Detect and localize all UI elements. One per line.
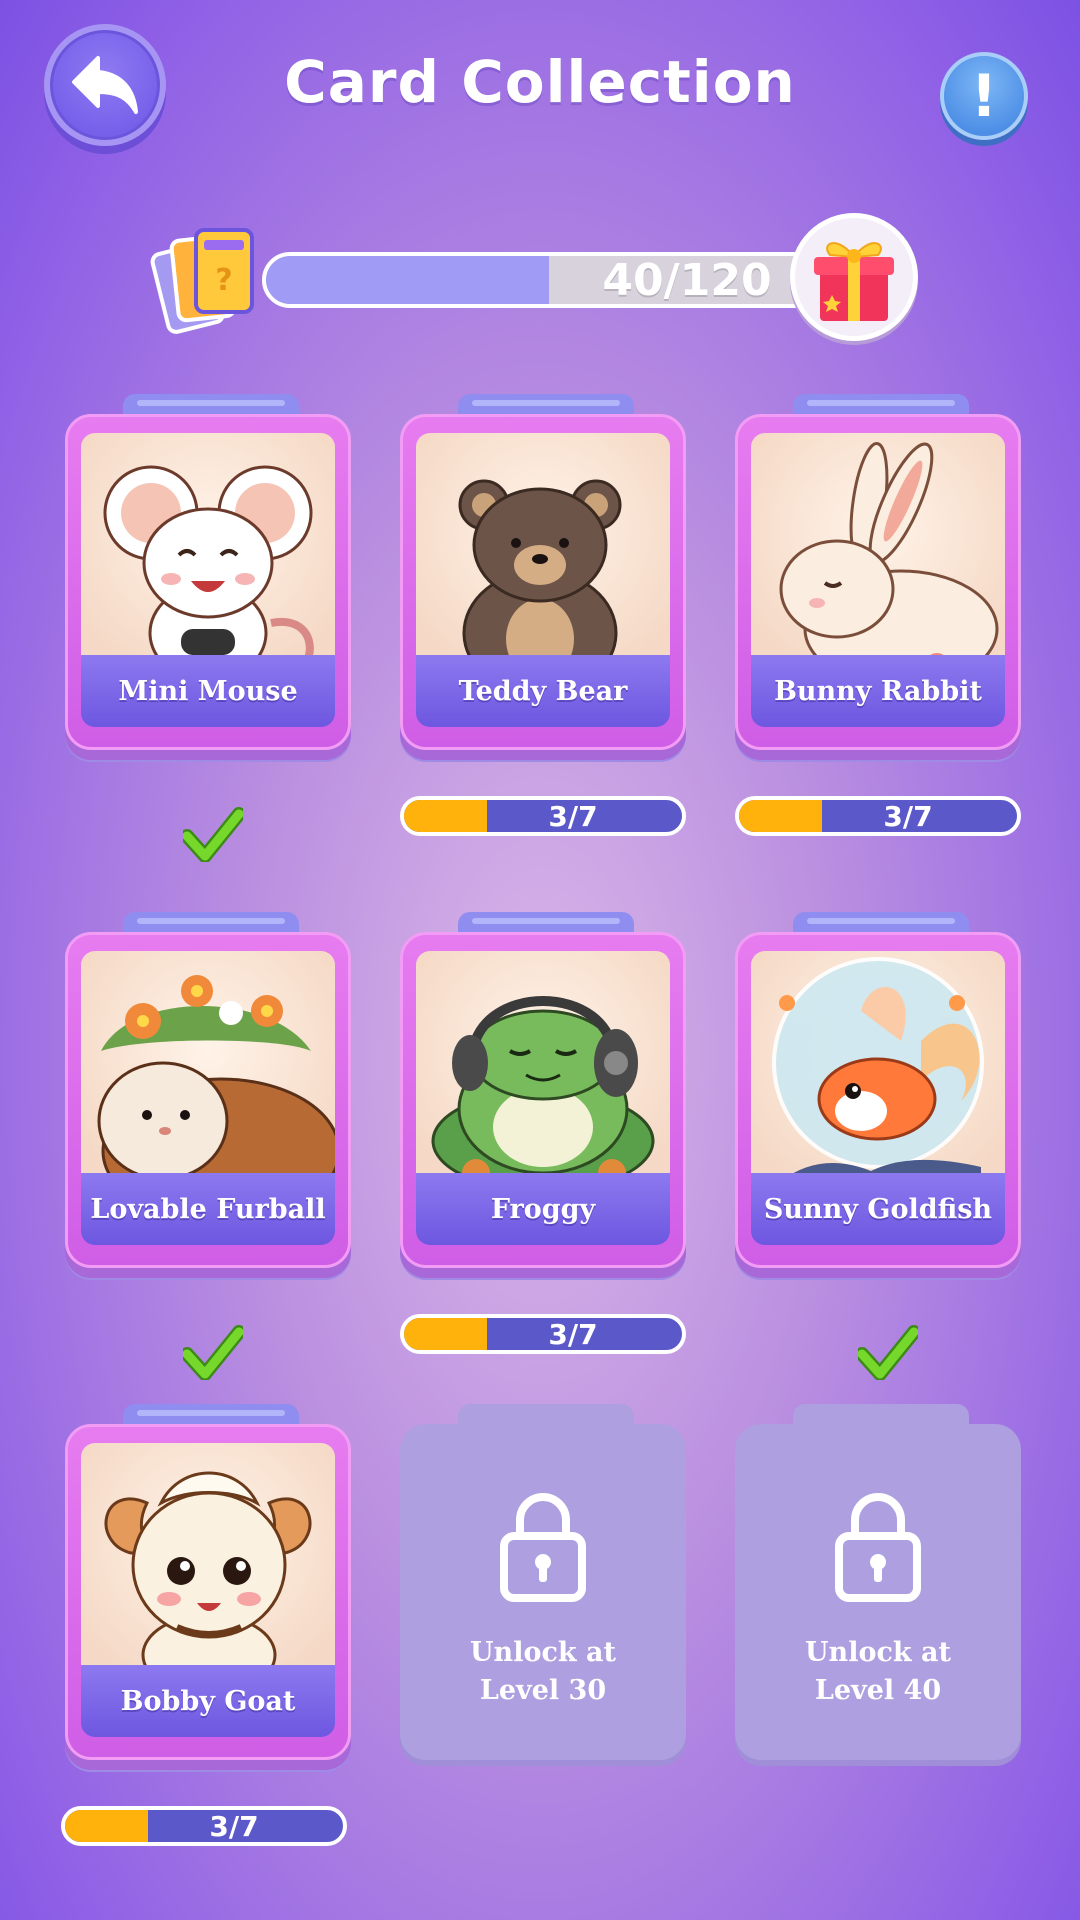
card-art-mouse bbox=[81, 433, 335, 677]
card-teddy-bear[interactable]: Teddy Bear bbox=[400, 394, 686, 750]
unlock-line-2: Level 40 bbox=[814, 1675, 942, 1706]
card-frame: Sunny Goldfish bbox=[735, 932, 1021, 1268]
card-frame: Lovable Furball bbox=[65, 932, 351, 1268]
card-progress-label: 3/7 bbox=[883, 799, 933, 833]
card-frame: Teddy Bear bbox=[400, 414, 686, 750]
card-name: Lovable Furball bbox=[81, 1173, 335, 1245]
card-frame: Unlock at Level 30 bbox=[400, 1424, 686, 1760]
reward-gift-button[interactable] bbox=[790, 213, 918, 341]
card-frame: Mini Mouse bbox=[65, 414, 351, 750]
card-froggy[interactable]: Froggy bbox=[400, 912, 686, 1268]
unlock-line-1: Unlock at bbox=[805, 1637, 951, 1668]
card-progress-label: 3/7 bbox=[548, 1317, 598, 1351]
card-name: Bobby Goat bbox=[81, 1665, 335, 1737]
card-sunny-goldfish[interactable]: Sunny Goldfish bbox=[735, 912, 1021, 1268]
card-progress-bar: 3/7 bbox=[61, 1806, 347, 1846]
card-frame: Bobby Goat bbox=[65, 1424, 351, 1760]
svg-text:?: ? bbox=[215, 263, 232, 298]
card-frame: Unlock at Level 40 bbox=[735, 1424, 1021, 1760]
collection-progress-label: 40/120 bbox=[602, 254, 772, 306]
info-button[interactable]: ! bbox=[940, 52, 1028, 140]
card-art-guinea-pig bbox=[81, 951, 335, 1195]
checkmark-icon bbox=[180, 806, 246, 863]
card-art-bear bbox=[416, 433, 670, 677]
card-mini-mouse[interactable]: Mini Mouse bbox=[65, 394, 351, 750]
checkmark-icon bbox=[180, 1324, 246, 1381]
card-name: Mini Mouse bbox=[81, 655, 335, 727]
card-bunny-rabbit[interactable]: Bunny Rabbit bbox=[735, 394, 1021, 750]
card-frame: Froggy bbox=[400, 932, 686, 1268]
unlock-requirement: Unlock at Level 40 bbox=[735, 1634, 1021, 1710]
card-name: Bunny Rabbit bbox=[751, 655, 1005, 727]
card-bobby-goat[interactable]: Bobby Goat bbox=[65, 1404, 351, 1760]
card-progress-bar: 3/7 bbox=[735, 796, 1021, 836]
card-art-frog bbox=[416, 951, 670, 1195]
page-title: Card Collection bbox=[284, 48, 796, 116]
card-name: Froggy bbox=[416, 1173, 670, 1245]
card-locked-7[interactable]: Unlock at Level 30 bbox=[400, 1404, 686, 1760]
info-icon: ! bbox=[970, 62, 998, 130]
card-art-goldfish bbox=[751, 951, 1005, 1195]
card-progress-label: 3/7 bbox=[548, 799, 598, 833]
card-lovable-furball[interactable]: Lovable Furball bbox=[65, 912, 351, 1268]
card-name: Sunny Goldfish bbox=[751, 1173, 1005, 1245]
card-name: Teddy Bear bbox=[416, 655, 670, 727]
card-frame: Bunny Rabbit bbox=[735, 414, 1021, 750]
card-art-goat bbox=[81, 1443, 335, 1687]
gift-box-icon bbox=[814, 242, 894, 321]
lock-icon bbox=[835, 1488, 921, 1602]
card-locked-8[interactable]: Unlock at Level 40 bbox=[735, 1404, 1021, 1760]
card-progress-bar: 3/7 bbox=[400, 1314, 686, 1354]
card-art-rabbit bbox=[751, 433, 1005, 677]
card-deck-icon: ? bbox=[150, 228, 254, 334]
lock-icon bbox=[500, 1488, 586, 1602]
unlock-line-2: Level 30 bbox=[479, 1675, 607, 1706]
unlock-requirement: Unlock at Level 30 bbox=[400, 1634, 686, 1710]
collection-progress-fill bbox=[266, 256, 550, 304]
unlock-line-1: Unlock at bbox=[470, 1637, 616, 1668]
card-progress-label: 3/7 bbox=[209, 1809, 259, 1843]
collection-progress-bar: 40/120 bbox=[262, 252, 822, 308]
card-progress-bar: 3/7 bbox=[400, 796, 686, 836]
checkmark-icon bbox=[855, 1324, 921, 1381]
